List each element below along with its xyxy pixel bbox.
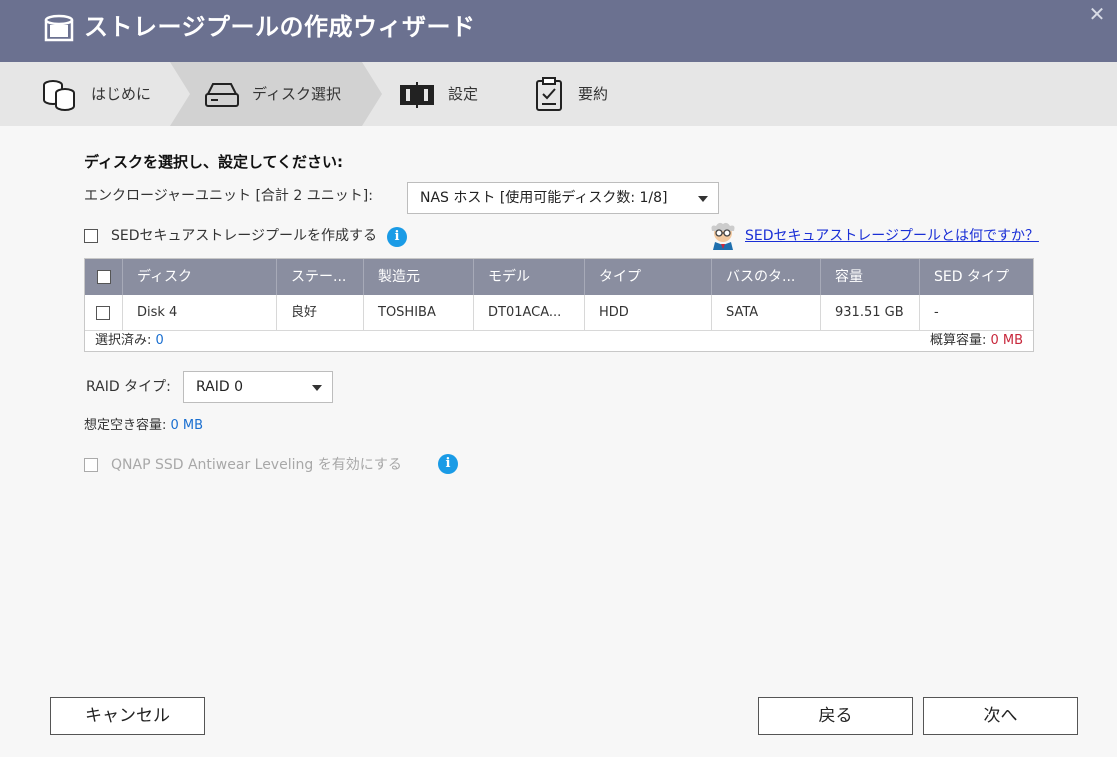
column-header-type[interactable]: タイプ bbox=[585, 259, 712, 295]
step-summary: 要約 bbox=[520, 62, 640, 126]
database-icon bbox=[43, 80, 75, 111]
estimated-value: 0 MB bbox=[170, 418, 204, 433]
settings-drive-icon bbox=[400, 82, 434, 108]
clipboard-icon bbox=[536, 77, 562, 111]
raid-type-value: RAID 0 bbox=[196, 379, 244, 395]
step-disk-selection: ディスク選択 bbox=[190, 62, 362, 126]
professor-icon bbox=[711, 222, 735, 250]
selected-value: 0 bbox=[155, 333, 164, 348]
cancel-button[interactable]: キャンセル bbox=[50, 697, 205, 735]
back-button[interactable]: 戻る bbox=[758, 697, 913, 735]
table-header: ディスク ステー... 製造元 モデル タイプ バスのタ... 容量 SED タ… bbox=[85, 259, 1033, 295]
sed-checkbox[interactable] bbox=[84, 229, 98, 243]
cell-type: HDD bbox=[585, 295, 712, 331]
sed-checkbox-label: SEDセキュアストレージプールを作成する bbox=[111, 228, 377, 244]
selected-label: 選択済み: bbox=[95, 333, 156, 348]
table-row[interactable]: Disk 4 良好 TOSHIBA DT01ACA... HDD SATA 93… bbox=[85, 295, 1033, 331]
estimated-label: 想定空き容量: bbox=[84, 418, 171, 433]
column-header-manufacturer[interactable]: 製造元 bbox=[364, 259, 474, 295]
step-label-introduction: はじめに bbox=[91, 85, 152, 103]
column-header-disk[interactable]: ディスク bbox=[123, 259, 277, 295]
step-label-settings: 設定 bbox=[448, 85, 479, 103]
cell-disk: Disk 4 bbox=[123, 295, 277, 331]
chevron-down-icon bbox=[312, 385, 322, 391]
column-header-capacity[interactable]: 容量 bbox=[821, 259, 920, 295]
column-header-model[interactable]: モデル bbox=[474, 259, 585, 295]
step-introduction: はじめに bbox=[0, 62, 170, 126]
capacity-value: 0 MB bbox=[990, 333, 1023, 348]
next-button[interactable]: 次へ bbox=[923, 697, 1078, 735]
cell-status: 良好 bbox=[277, 295, 364, 331]
step-label-disk-selection: ディスク選択 bbox=[252, 85, 341, 103]
antiwear-label: QNAP SSD Antiwear Leveling を有効にする bbox=[111, 457, 402, 473]
antiwear-checkbox[interactable] bbox=[84, 458, 98, 472]
enclosure-select[interactable]: NAS ホスト [使用可能ディスク数: 1/8] bbox=[407, 182, 719, 214]
window-title: ストレージプールの作成ウィザード bbox=[84, 13, 476, 41]
step-settings: 設定 bbox=[382, 62, 502, 126]
enclosure-label: エンクロージャーユニット [合計 2 ユニット]: bbox=[84, 188, 373, 204]
cell-sed-type: - bbox=[934, 305, 939, 320]
disk-table: ディスク ステー... 製造元 モデル タイプ バスのタ... 容量 SED タ… bbox=[84, 258, 1034, 352]
chevron-down-icon bbox=[698, 196, 708, 202]
enclosure-select-value: NAS ホスト [使用可能ディスク数: 1/8] bbox=[420, 190, 668, 206]
selected-count: 選択済み: 0 bbox=[95, 331, 164, 351]
estimated-capacity: 概算容量: 0 MB bbox=[930, 331, 1023, 351]
capacity-label: 概算容量: bbox=[929, 333, 991, 348]
column-header-status[interactable]: ステー... bbox=[277, 259, 364, 295]
info-icon[interactable]: i bbox=[438, 454, 458, 474]
column-header-bus-type[interactable]: バスのタ... bbox=[712, 259, 821, 295]
step-label-summary: 要約 bbox=[578, 85, 609, 103]
cell-manufacturer: TOSHIBA bbox=[364, 295, 474, 331]
hard-drive-icon bbox=[205, 83, 239, 107]
table-footer: 選択済み: 0 概算容量: 0 MB bbox=[85, 331, 1033, 351]
page-heading: ディスクを選択し、設定してください: bbox=[84, 153, 344, 171]
title-bar: ストレージプールの作成ウィザード ✕ bbox=[0, 0, 1117, 62]
storage-pool-icon bbox=[44, 14, 74, 42]
wizard-steps: はじめに ディスク選択 設定 要約 bbox=[0, 62, 1117, 126]
raid-type-label: RAID タイプ: bbox=[86, 379, 171, 395]
info-icon[interactable]: i bbox=[387, 227, 407, 247]
cell-model: DT01ACA... bbox=[474, 295, 585, 331]
cell-bus-type: SATA bbox=[712, 295, 821, 331]
sed-help-link[interactable]: SEDセキュアストレージプールとは何ですか？ bbox=[745, 226, 1039, 246]
column-header-sed-type[interactable]: SED タイプ bbox=[920, 259, 1033, 295]
row-select-cell bbox=[85, 295, 123, 331]
raid-type-select[interactable]: RAID 0 bbox=[183, 371, 333, 403]
row-checkbox[interactable] bbox=[96, 306, 110, 320]
select-all-checkbox[interactable] bbox=[97, 270, 111, 284]
header-select-all bbox=[85, 259, 123, 295]
cell-capacity: 931.51 GB bbox=[821, 295, 920, 331]
close-icon[interactable]: ✕ bbox=[1087, 4, 1107, 24]
estimated-free-capacity: 想定空き容量: 0 MB bbox=[84, 416, 203, 436]
